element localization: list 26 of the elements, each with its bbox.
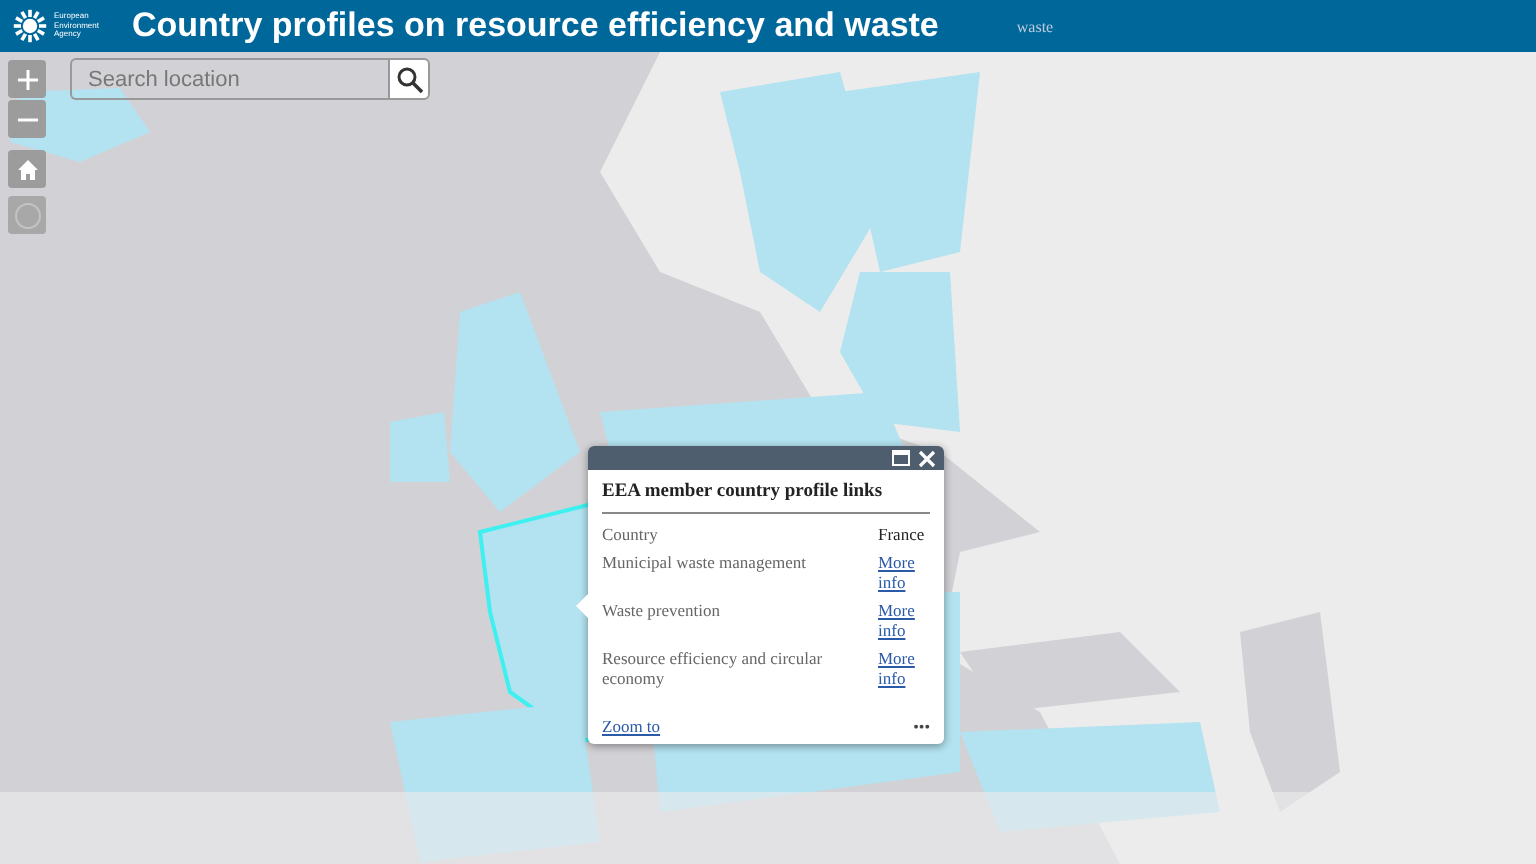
more-info-link[interactable]: More info	[878, 552, 930, 592]
more-info-link[interactable]: More info	[878, 648, 930, 688]
search-field[interactable]: Search location	[70, 58, 388, 100]
plus-icon	[15, 67, 39, 91]
zoom-in-button[interactable]	[8, 60, 46, 98]
field-label: Country	[602, 524, 660, 544]
app-subtitle: waste	[1016, 17, 1054, 35]
locate-button[interactable]	[8, 196, 46, 234]
more-menu[interactable]: •••	[913, 717, 930, 735]
field-label: Waste prevention	[602, 600, 723, 624]
home-button[interactable]	[8, 150, 46, 188]
popup-title: EEA member country profile links	[602, 482, 930, 514]
close-icon[interactable]	[918, 449, 936, 467]
home-icon	[15, 157, 39, 181]
app-title: Country profiles on resource efficiency and waste	[132, 6, 939, 46]
zoom-to-link[interactable]: Zoom to	[602, 716, 661, 736]
search-icon	[395, 65, 423, 93]
maximize-icon[interactable]	[892, 450, 910, 466]
field-value: France	[878, 524, 927, 544]
field-label: Municipal waste management	[602, 552, 808, 576]
more-info-link[interactable]: More info	[878, 600, 930, 640]
circle-icon	[13, 201, 41, 229]
search-button[interactable]	[388, 58, 430, 100]
sun-logo-icon	[12, 8, 48, 44]
zoom-out-button[interactable]	[8, 100, 46, 138]
field-label: Resource efficiency and circular economy	[602, 648, 825, 688]
